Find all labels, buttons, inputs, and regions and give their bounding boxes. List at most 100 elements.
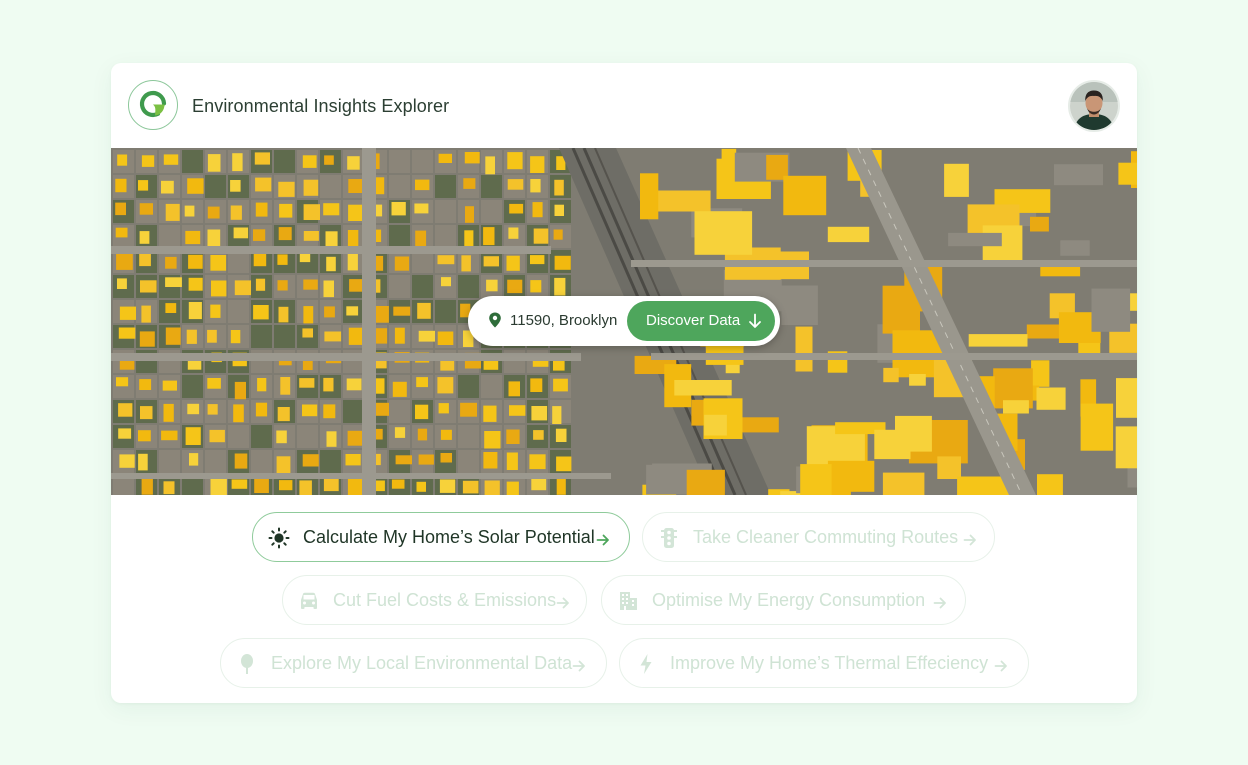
roof-tile bbox=[1036, 387, 1066, 410]
roof-tile bbox=[323, 203, 340, 216]
roof-tile bbox=[460, 402, 477, 417]
user-avatar[interactable] bbox=[1068, 80, 1120, 132]
roof-tile bbox=[484, 431, 501, 449]
roof-tile bbox=[909, 374, 926, 386]
roof-tile bbox=[391, 202, 406, 216]
roof-tile bbox=[138, 430, 151, 442]
roof-tile bbox=[704, 414, 727, 436]
roof-tile bbox=[555, 428, 567, 442]
action-chip-local-environmental-data[interactable]: Explore My Local Environmental Data bbox=[220, 638, 607, 688]
roof-tile bbox=[303, 179, 319, 196]
roof-tile bbox=[347, 253, 358, 271]
roof-tile bbox=[207, 378, 221, 389]
roof-tile bbox=[462, 480, 479, 494]
roof-tile bbox=[325, 231, 338, 249]
roof-tile bbox=[1091, 288, 1131, 332]
roof-tile bbox=[827, 460, 875, 492]
sun-icon bbox=[267, 526, 291, 550]
action-chip-thermal-efficiency[interactable]: Improve My Home’s Thermal Effeciency bbox=[619, 638, 1029, 688]
roof-tile bbox=[556, 456, 572, 472]
roof-tile bbox=[280, 377, 291, 395]
action-chip-fuel-costs[interactable]: Cut Fuel Costs & Emissions bbox=[282, 575, 587, 625]
roof-tile bbox=[530, 255, 545, 265]
roof-tile bbox=[116, 252, 133, 270]
roof-tile bbox=[795, 326, 813, 372]
roof-tile bbox=[324, 306, 335, 318]
discover-data-button[interactable]: Discover Data bbox=[627, 301, 775, 341]
action-chip-label: Take Cleaner Commuting Routes bbox=[693, 527, 959, 547]
roof-tile bbox=[552, 406, 562, 424]
roof-tile bbox=[1037, 474, 1063, 495]
roof-tile bbox=[1080, 403, 1114, 451]
action-chip-energy-consumption[interactable]: Optimise My Energy Consumption bbox=[601, 575, 966, 625]
roof-tile bbox=[508, 381, 520, 397]
roof-tile bbox=[251, 325, 272, 348]
roof-tile bbox=[461, 255, 471, 272]
roof-tile bbox=[509, 203, 524, 214]
roof-tile bbox=[163, 481, 175, 495]
roof-tile bbox=[188, 277, 203, 291]
roof-tile bbox=[800, 464, 832, 495]
roof-tile bbox=[533, 430, 544, 440]
roof-tile bbox=[393, 306, 411, 316]
roof-tile bbox=[883, 367, 899, 383]
roof-tile bbox=[1040, 266, 1081, 277]
roof-tile bbox=[740, 417, 779, 433]
roof-tile bbox=[464, 152, 480, 164]
roof-tile bbox=[783, 175, 827, 216]
roof-tile bbox=[299, 480, 312, 495]
roof-tile bbox=[530, 156, 545, 173]
roof-tile bbox=[395, 455, 413, 465]
roof-tile bbox=[438, 153, 452, 163]
roof-tile bbox=[415, 179, 430, 191]
roof-tile bbox=[210, 478, 227, 495]
roof-tile bbox=[140, 406, 153, 420]
action-chip-label: Explore My Local Environmental Data bbox=[271, 653, 573, 673]
roof-tile bbox=[437, 377, 454, 394]
roof-tile bbox=[254, 152, 270, 165]
solar-map[interactable]: 11590, Brooklyn Discover Data bbox=[111, 148, 1137, 495]
roof-tile bbox=[187, 178, 204, 194]
roof-tile bbox=[389, 175, 410, 198]
roof-tile bbox=[948, 232, 1002, 247]
roof-tile bbox=[530, 179, 541, 193]
roof-tile bbox=[506, 429, 520, 444]
roof-tile bbox=[968, 334, 1028, 347]
roof-tile bbox=[392, 381, 407, 397]
roof-tile bbox=[188, 302, 202, 320]
roof-tile bbox=[163, 154, 179, 165]
roof-tile bbox=[303, 231, 319, 241]
roof-tile bbox=[416, 377, 428, 388]
roof-tile bbox=[207, 206, 220, 219]
roof-tile bbox=[481, 200, 502, 223]
roof-tile bbox=[507, 152, 523, 170]
roof-tile bbox=[1003, 400, 1029, 414]
roof-tile bbox=[138, 453, 148, 471]
roof-tile bbox=[529, 454, 546, 470]
location-text[interactable]: 11590, Brooklyn bbox=[510, 312, 617, 329]
roof-tile bbox=[118, 403, 133, 417]
roof-tile bbox=[1030, 216, 1049, 232]
roof-tile bbox=[394, 427, 406, 438]
roof-tile bbox=[118, 428, 132, 439]
roof-tile bbox=[277, 280, 288, 291]
roof-tile bbox=[324, 331, 342, 342]
g-leaf-logo-icon[interactable] bbox=[128, 80, 178, 130]
roof-tile bbox=[458, 275, 479, 298]
roof-tile bbox=[440, 453, 452, 463]
roof-tile bbox=[141, 305, 151, 323]
roof-tile bbox=[483, 452, 498, 469]
action-chip-solar-potential[interactable]: Calculate My Home’s Solar Potential bbox=[252, 512, 630, 562]
roof-tile bbox=[255, 278, 266, 291]
roof-tile bbox=[554, 179, 564, 196]
roof-tile bbox=[323, 404, 336, 419]
action-chip-commuting-routes[interactable]: Take Cleaner Commuting Routes bbox=[642, 512, 995, 562]
roof-tile bbox=[323, 478, 339, 492]
roof-tile bbox=[165, 303, 177, 313]
roof-tile bbox=[464, 230, 474, 246]
roof-tile bbox=[441, 277, 451, 287]
roof-tile bbox=[326, 431, 337, 447]
roof-tile bbox=[189, 453, 199, 466]
arrow-down-icon bbox=[748, 313, 762, 329]
roof-tile bbox=[254, 478, 269, 493]
